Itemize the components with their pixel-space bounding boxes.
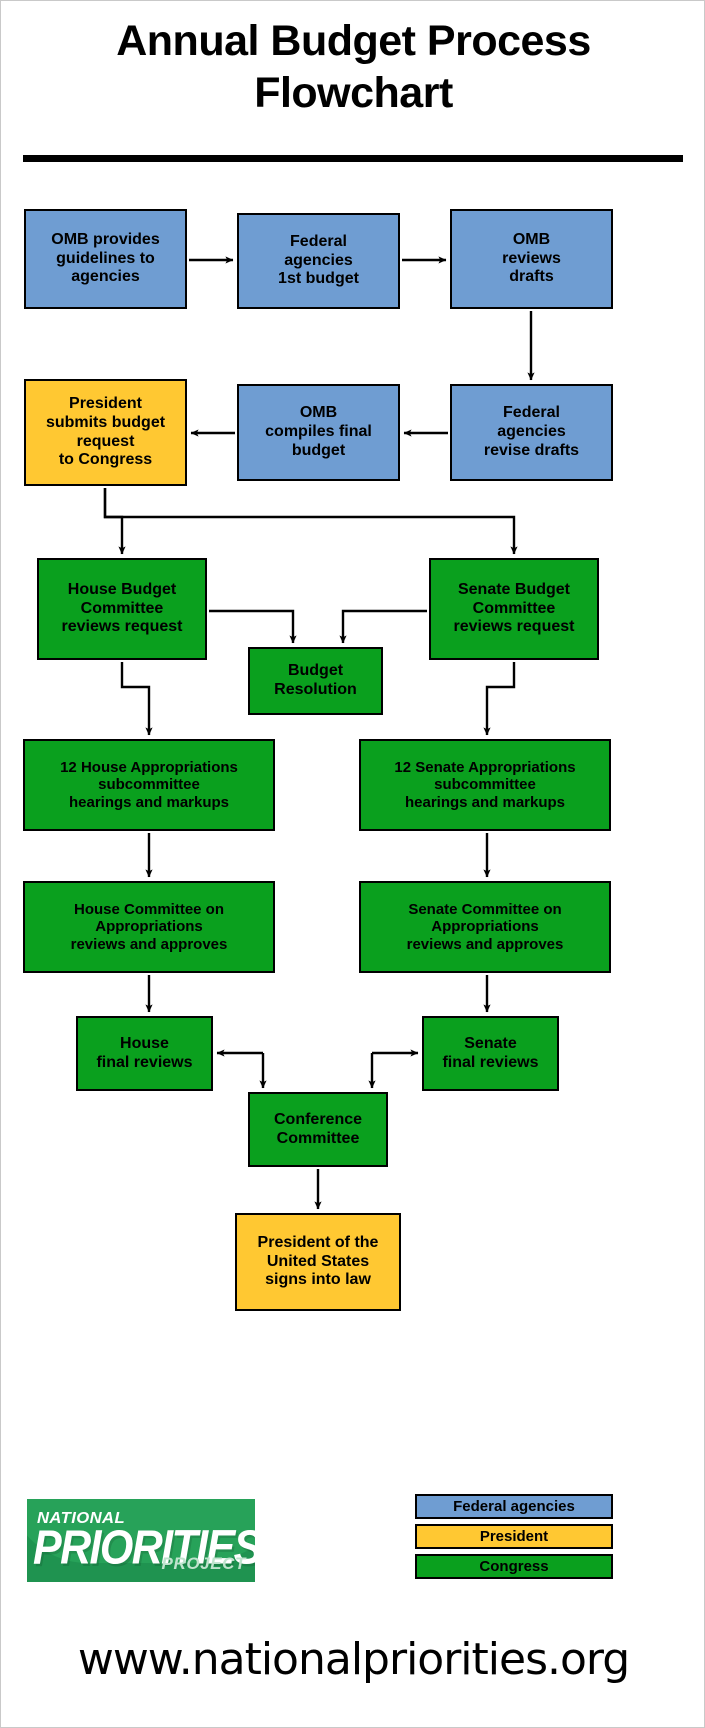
legend-label-congress: Congress [479, 1558, 549, 1575]
legend-label-president: President [479, 1528, 549, 1545]
node-omb-guidelines[interactable]: OMB provides guidelines to agencies [24, 209, 187, 309]
node-senate-budget-committee[interactable]: Senate Budget Committee reviews request [429, 558, 599, 660]
page-title: Annual Budget Process Flowchart [1, 15, 704, 120]
node-omb-compiles-final-budget[interactable]: OMB compiles final budget [237, 384, 400, 481]
legend-item-congress: Congress [415, 1554, 613, 1579]
node-senate-final-reviews[interactable]: Senate final reviews [422, 1016, 559, 1091]
node-budget-resolution[interactable]: Budget Resolution [248, 647, 383, 715]
node-omb-reviews-drafts[interactable]: OMB reviews drafts [450, 209, 613, 309]
flowchart-page: Annual Budget Process Flowchart OMB prov… [0, 0, 705, 1728]
node-president-submits-budget[interactable]: President submits budget request to Cong… [24, 379, 187, 486]
node-senate-subcommittees[interactable]: 12 Senate Appropriations subcommittee he… [359, 739, 611, 831]
node-house-budget-committee[interactable]: House Budget Committee reviews request [37, 558, 207, 660]
node-agencies-1st-budget[interactable]: Federal agencies 1st budget [237, 213, 400, 309]
node-conference-committee[interactable]: Conference Committee [248, 1092, 388, 1167]
logo-line-project: PROJECT [161, 1554, 246, 1573]
node-agencies-revise-drafts[interactable]: Federal agencies revise drafts [450, 384, 613, 481]
legend-label-federal-agencies: Federal agencies [453, 1498, 575, 1515]
title-divider [23, 155, 683, 162]
legend-item-president: President [415, 1524, 613, 1549]
page-title-line-2: Flowchart [254, 69, 453, 118]
footer-website-url[interactable]: www.nationalpriorities.org [1, 1634, 704, 1685]
node-senate-committee-appropriations[interactable]: Senate Committee on Appropriations revie… [359, 881, 611, 973]
page-title-line-1: Annual Budget Process [116, 17, 591, 65]
node-president-signs-into-law[interactable]: President of the United States signs int… [235, 1213, 401, 1311]
node-house-committee-appropriations[interactable]: House Committee on Appropriations review… [23, 881, 275, 973]
node-house-final-reviews[interactable]: House final reviews [76, 1016, 213, 1091]
national-priorities-project-logo: NATIONAL PRIORITIES PROJECT [27, 1499, 255, 1582]
legend-item-federal-agencies: Federal agencies [415, 1494, 613, 1519]
node-house-subcommittees[interactable]: 12 House Appropriations subcommittee hea… [23, 739, 275, 831]
